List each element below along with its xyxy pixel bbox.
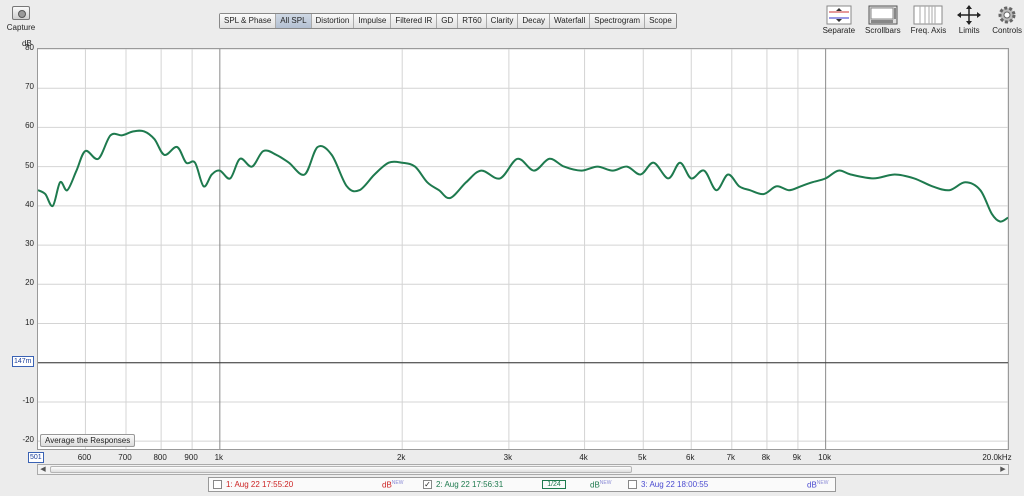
x-tick-label: 7k [726,453,736,462]
measurement-item-2[interactable]: ✓ 2: Aug 22 17:56:31 1/24 dBNEW [419,478,624,491]
scrollbars-button[interactable]: Scrollbars [865,4,901,35]
separate-label: Separate [822,26,856,35]
x-tick-label: 20.0kHz [982,453,1012,462]
x-tick-label: 2k [396,453,406,462]
x-tick-label: 700 [118,453,132,462]
tab-filtered-ir[interactable]: Filtered IR [391,14,438,28]
x-tick-label: 4k [579,453,588,462]
x-tick-label: 10k [818,453,832,462]
tab-spl-phase[interactable]: SPL & Phase [220,14,277,28]
measurement-item-3[interactable]: 3: Aug 22 18:00:55 dBNEW [624,478,834,491]
x-tick-label: 5k [638,453,647,462]
freq-axis-label: Freq. Axis [910,26,947,35]
smoothing-indicator[interactable]: 1/24 [542,480,566,489]
y-tick-label: 50 [25,160,34,170]
measurement-1-unit: dBNEW [382,479,404,490]
horizontal-scrollbar[interactable]: ◀ ▶ [37,464,1009,475]
x-tick-label: 6k [686,453,695,462]
measurement-1-checkbox[interactable] [213,480,222,489]
measurement-bar: 1: Aug 22 17:55:20 dBNEW ✓ 2: Aug 22 17:… [208,477,836,492]
tab-all-spl[interactable]: All SPL [276,14,312,28]
measurement-2-checkbox[interactable]: ✓ [423,480,432,489]
y-tick-label: 10 [25,317,34,327]
limits-label: Limits [958,26,980,35]
x-tick-label: 600 [77,453,92,462]
measurement-item-1[interactable]: 1: Aug 22 17:55:20 dBNEW [209,478,419,491]
controls-label: Controls [992,26,1022,35]
x-tick-label: 1k [214,453,224,462]
scroll-thumb[interactable] [50,466,632,473]
y-tick-label: 40 [25,199,34,209]
freq-axis-button[interactable]: Freq. Axis [910,4,947,35]
graph-tabs: SPL & Phase All SPL Distortion Impulse Filte… [219,13,677,29]
tab-scope[interactable]: Scope [645,14,676,28]
x-tick-label: 8k [761,453,771,462]
y-tick-label: 60 [25,121,34,131]
y-cursor-marker[interactable]: 147m [12,356,34,367]
y-tick-label: 80 [25,43,34,52]
capture-button[interactable]: Capture [4,4,38,32]
tab-gd[interactable]: GD [437,14,459,28]
tab-waterfall[interactable]: Waterfall [550,14,591,28]
measurement-2-unit: dBNEW [590,479,612,490]
limits-button[interactable]: Limits [956,4,982,35]
right-toolbar: Separate Scrollbars Freq. Axis Limits Co… [813,4,1022,35]
scroll-right-icon[interactable]: ▶ [998,465,1008,474]
average-responses-button[interactable]: Average the Responses [40,434,136,447]
scrollbars-label: Scrollbars [865,26,901,35]
spl-chart-svg [38,49,1008,449]
y-tick-label: 30 [25,239,34,249]
spl-series-line-1 [38,129,1008,223]
scrollbars-icon [865,4,901,26]
rew-all-spl-window: Capture SPL & Phase All SPL Distortion Impu… [0,0,1024,496]
measurement-2-label: 2: Aug 22 17:56:31 [436,480,504,489]
camera-icon [12,6,30,20]
tab-clarity[interactable]: Clarity [486,14,519,28]
limits-icon [956,4,982,26]
freq-axis-icon [911,4,947,26]
controls-button[interactable]: Controls [992,4,1022,35]
x-tick-label: 9k [792,453,802,462]
measurement-1-label: 1: Aug 22 17:55:20 [226,480,294,489]
tab-distortion[interactable]: Distortion [311,14,355,28]
measurement-3-checkbox[interactable] [628,480,637,489]
tab-spectrogram[interactable]: Spectrogram [590,14,646,28]
separate-button[interactable]: Separate [823,4,855,35]
scroll-left-icon[interactable]: ◀ [38,465,48,474]
x-min-value[interactable]: 501 [28,452,44,463]
tab-impulse[interactable]: Impulse [354,14,392,28]
capture-label: Capture [6,23,36,32]
measurement-3-unit: dBNEW [807,479,829,490]
y-tick-label: -20 [22,435,34,445]
x-tick-label: 800 [153,453,167,462]
x-tick-label: 3k [503,453,513,462]
tab-rt60[interactable]: RT60 [458,14,487,28]
tab-decay[interactable]: Decay [518,14,551,28]
measurement-3-label: 3: Aug 22 18:00:55 [641,480,709,489]
y-tick-label: -10 [22,395,34,405]
gear-icon [992,4,1022,26]
separate-icon [823,4,855,26]
y-tick-label: 20 [25,278,34,288]
spl-plot-area[interactable] [37,48,1009,450]
y-tick-label: 70 [25,82,34,92]
x-tick-label: 900 [184,453,198,462]
